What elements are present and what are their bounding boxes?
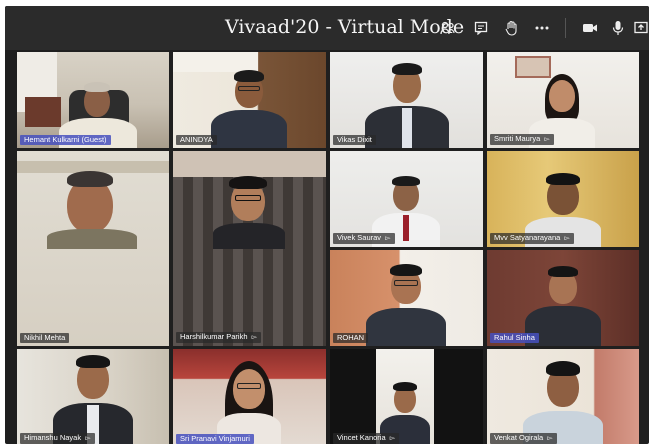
video-tile[interactable]: Venkat Ogirala ▻ [487,349,639,444]
participant-hair [393,382,417,391]
participant-hair [390,264,422,276]
background-curtain-top [173,151,326,177]
wall-frame [515,56,551,78]
participant-nameplate: Vivek Saurav ▻ [333,233,395,244]
mic-muted-icon: ▻ [564,235,570,242]
participant-hair [548,266,578,277]
participant-hair [392,63,422,75]
participant-nameplate: Sri Pranavi Vinjamuri [176,434,254,444]
video-tile[interactable]: Sri Pranavi Vinjamuri [173,349,326,444]
mic-muted-icon: ▻ [389,435,396,442]
participant-face [233,369,265,409]
participant-nameplate: Venkat Ogirala ▻ [490,433,557,444]
participant-shirt [47,229,137,249]
camera-icon[interactable] [579,17,601,39]
participant-nameplate: ROHAN [333,333,369,343]
mic-muted-icon: ▻ [544,136,550,143]
participant-nameplate: ANINDYA [176,135,217,145]
participant-nameplate: Vikas Dixit [333,135,376,145]
video-tile[interactable]: ROHAN [330,250,483,346]
video-tile[interactable]: Himanshu Nayak ▻ [17,349,169,444]
meeting-title: Vivaad'20 - Virtual Mode [225,16,465,38]
participant-nameplate: Hemant Kulkarni (Guest) [20,135,111,145]
video-tile[interactable]: Hemant Kulkarni (Guest) [17,52,169,148]
meeting-window: Vivaad'20 - Virtual Mode Hemant Kulkarni… [5,6,649,444]
participant-face [549,80,575,112]
participant-nameplate: Vincet Kanoria ▻ [333,433,400,444]
participant-tie [403,215,409,241]
participant-hair [234,70,264,82]
title-bar: Vivaad'20 - Virtual Mode [5,6,649,50]
participant-hair [546,173,580,185]
participant-glasses [235,195,261,201]
video-tile[interactable]: Harshilkumar Parikh ▻ [173,151,326,346]
mic-muted-icon: ▻ [85,435,91,442]
video-tile[interactable]: Rahul Sinha [487,250,639,346]
participant-glasses [237,383,261,389]
participant-hair [76,355,110,368]
participant-suit [213,223,285,249]
more-options-icon[interactable] [531,17,553,39]
participant-hair [84,82,110,92]
participant-shirt [402,108,412,148]
participant-hair [392,176,420,186]
participant-glasses [394,280,418,286]
video-tile[interactable]: Smriti Maurya ▻ [487,52,639,148]
background-chair [25,97,61,127]
background-wall [173,52,258,72]
participant-nameplate: Mvv Satyanarayana ▻ [490,233,574,244]
mic-muted-icon: ▻ [547,435,553,442]
participants-icon[interactable] [437,17,459,39]
participant-hair [229,176,267,189]
participant-hair [67,171,113,187]
share-screen-icon[interactable] [633,17,649,39]
video-tile[interactable]: Vikas Dixit [330,52,483,148]
video-tile[interactable]: Vivek Saurav ▻ [330,151,483,247]
chat-icon[interactable] [470,17,492,39]
mic-muted-icon: ▻ [251,334,258,341]
video-grid: Hemant Kulkarni (Guest) ANINDYA Vikas Di… [17,52,639,444]
participant-nameplate: Smriti Maurya ▻ [490,134,554,145]
participant-nameplate: Rahul Sinha [490,333,539,343]
toolbar-divider [565,18,566,38]
participant-nameplate: Nikhil Mehta [20,333,70,343]
video-tile[interactable]: Nikhil Mehta [17,151,169,346]
participant-nameplate: Harshilkumar Parikh ▻ [176,332,262,343]
participant-hair [546,361,580,376]
participant-glasses [238,86,260,91]
microphone-icon[interactable] [607,17,629,39]
participant-shirt [211,110,287,148]
participant-suit [366,308,446,346]
raise-hand-icon[interactable] [501,17,523,39]
video-tile[interactable]: ANINDYA [173,52,326,148]
mic-muted-icon: ▻ [385,235,391,242]
video-tile[interactable]: Mvv Satyanarayana ▻ [487,151,639,247]
participant-nameplate: Himanshu Nayak ▻ [20,433,95,444]
video-tile[interactable]: Vincet Kanoria ▻ [330,349,483,444]
